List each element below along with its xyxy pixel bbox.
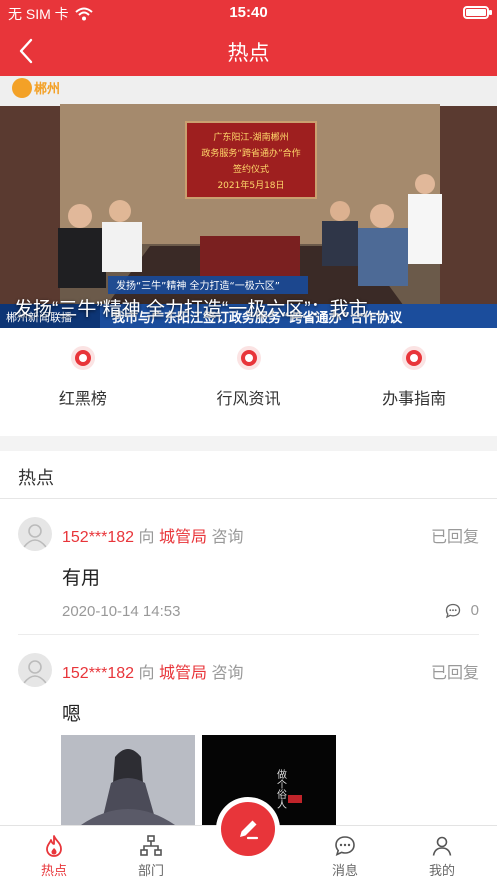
post-header: 152***182 向 城管局 咨询 [62,659,243,683]
post-date: 2020-10-14 14:53 [62,603,181,620]
banner-caption: 发扬“三牛”精神 全力打造“一极六区”：我市… [14,299,387,320]
banner-image: 广东阳江-湖南郴州 政务服务“跨省通办”合作 签约仪式 2021年5月18日 郴… [0,76,497,328]
quick-link-label: 红黑榜 [58,391,107,408]
banner-subtitle-strip: 发扬“三牛”精神 全力打造“一极六区” [116,279,280,292]
tab-department[interactable]: 部门 [111,834,191,879]
reply-status: 已回复 [430,665,479,682]
tab-label: 消息 [331,863,358,878]
screen-line-1: 广东阳江-湖南郴州 [213,131,288,143]
tab-hot[interactable]: 热点 [14,834,94,879]
section-title: 热点 [18,468,54,488]
avatar [18,517,52,551]
battery-icon [463,6,492,19]
screen-line-2: 政务服务“跨省通办”合作 [201,147,300,159]
tab-label: 我的 [428,863,455,878]
avatar [18,653,52,687]
list-item[interactable]: 152***182 向 城管局 咨询 已回复 有用 2020-10-14 14:… [18,517,479,635]
tab-mine[interactable]: 我的 [402,834,482,879]
post-image-1[interactable] [61,735,195,825]
news-banner[interactable]: 广东阳江-湖南郴州 政务服务“跨省通办”合作 签约仪式 2021年5月18日 郴… [0,76,497,328]
post-content: 嗯 [62,704,82,725]
comment-count-value: 0 [470,602,479,619]
user-icon [23,524,47,548]
person-icon [432,836,452,856]
message-icon [335,836,355,856]
star-icon [74,350,91,366]
list-item[interactable]: 152***182 向 城管局 咨询 已回复 嗯 做个俗人 [18,653,479,825]
comment-icon [445,603,460,618]
post-user: 152***182 [62,529,135,546]
channel-logo-icon [12,78,32,98]
screen-line-3: 签约仪式 [233,163,269,175]
tab-messages[interactable]: 消息 [305,834,385,879]
phone-icon [240,350,257,366]
comment-count[interactable]: 0 [445,602,479,619]
post-user: 152***182 [62,665,135,682]
quick-link-news[interactable]: 行风资讯 [166,328,332,436]
tab-label: 热点 [40,863,67,878]
quick-link-redblack[interactable]: 红黑榜 [0,328,166,436]
compass-icon [406,350,423,366]
post-type: 咨询 [211,665,244,682]
flame-icon [46,835,62,857]
pencil-icon [240,820,259,840]
post-to: 向 [138,665,155,682]
post-type: 咨询 [211,529,244,546]
post-header: 152***182 向 城管局 咨询 [62,523,243,547]
post-image-illustration [61,735,195,825]
quick-link-label: 行风资讯 [216,391,281,408]
page-title: 热点 [227,42,270,65]
quick-link-guide[interactable]: 办事指南 [331,328,497,436]
post-department[interactable]: 城管局 [159,529,207,546]
post-to: 向 [138,529,155,546]
channel-logo-text: 郴州 [34,82,60,97]
screen-line-4: 2021年5月18日 [217,179,284,191]
nav-bar: 热点 [0,26,497,76]
clock: 15:40 [229,4,268,21]
status-bar: 无 SIM 卡 15:40 [0,0,497,26]
post-content: 有用 [62,568,101,589]
org-chart-icon [140,835,162,856]
section-divider [0,436,497,451]
section-header: 热点 [0,451,497,499]
quick-links: 红黑榜 行风资讯 办事指南 [0,328,497,436]
user-icon [23,660,47,684]
tab-label: 部门 [137,863,164,878]
quick-link-label: 办事指南 [382,391,447,408]
post-image-caption: 做个俗人 [275,768,287,809]
post-department[interactable]: 城管局 [159,665,207,682]
compose-button[interactable] [221,802,275,856]
reply-status: 已回复 [430,529,479,546]
